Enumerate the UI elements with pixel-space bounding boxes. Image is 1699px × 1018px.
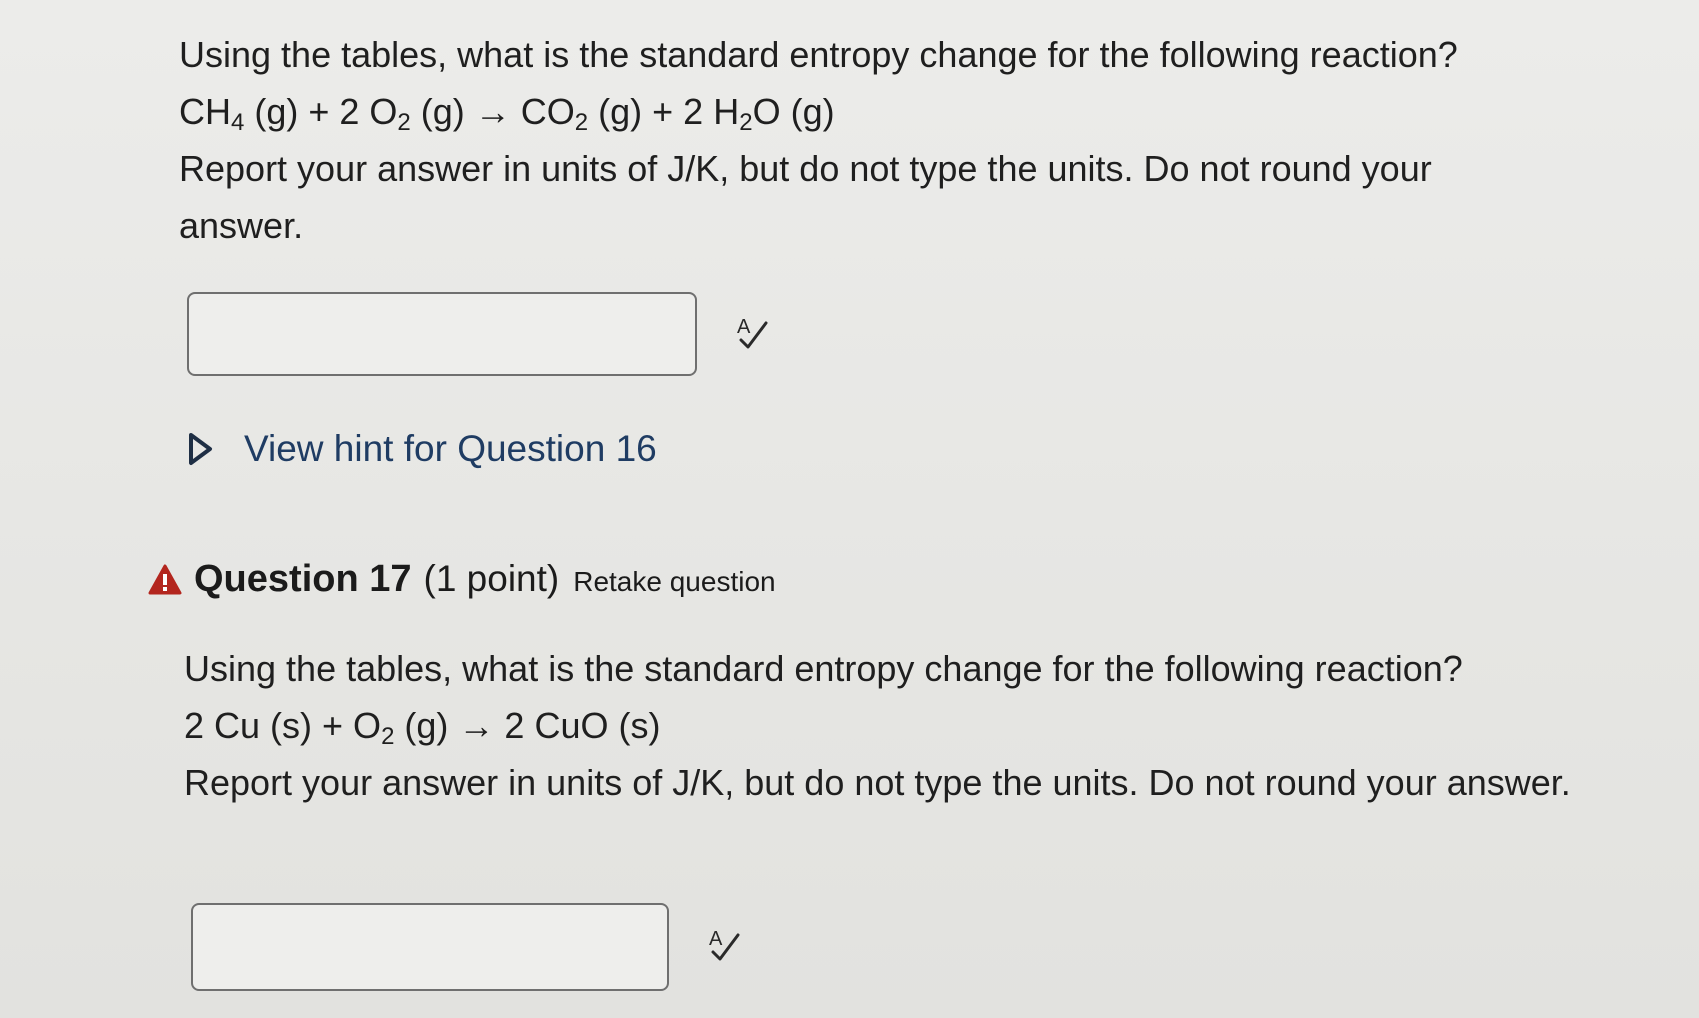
question-17-answer-input[interactable] (191, 903, 669, 991)
question-16-instruction: Report your answer in units of J/K, but … (179, 148, 1432, 246)
view-hint-label: View hint for Question 16 (244, 428, 657, 469)
warning-icon (148, 564, 182, 594)
spellcheck-icon[interactable]: A (705, 925, 745, 965)
view-hint-toggle[interactable]: View hint for Question 16 (188, 428, 657, 470)
spellcheck-icon[interactable]: A (733, 313, 773, 353)
question-16-answer-input[interactable] (187, 292, 697, 376)
question-16-reaction: CH4 (g) + 2 O2 (g) → CO2 (g) + 2 H2O (g) (179, 91, 835, 136)
triangle-right-icon (189, 433, 212, 465)
question-17-body: Using the tables, what is the standard e… (184, 640, 1584, 811)
question-16-body: Using the tables, what is the standard e… (179, 26, 1559, 254)
question-17-points: (1 point) (423, 558, 560, 599)
question-17-reaction: 2 Cu (s) + O2 (g) → 2 CuO (s) (184, 705, 661, 750)
svg-text:A: A (709, 928, 723, 950)
retake-question-link[interactable]: Retake question (573, 566, 775, 598)
svg-text:A: A (737, 316, 751, 338)
question-17-title: Question 17 (194, 558, 412, 600)
question-16-prompt: Using the tables, what is the standard e… (179, 34, 1458, 75)
question-17-instruction: Report your answer in units of J/K, but … (184, 762, 1571, 803)
question-17-prompt: Using the tables, what is the standard e… (184, 648, 1463, 689)
quiz-page: Using the tables, what is the standard e… (0, 0, 1699, 1018)
question-17-header: Question 17 (1 point) Retake question (148, 558, 776, 601)
